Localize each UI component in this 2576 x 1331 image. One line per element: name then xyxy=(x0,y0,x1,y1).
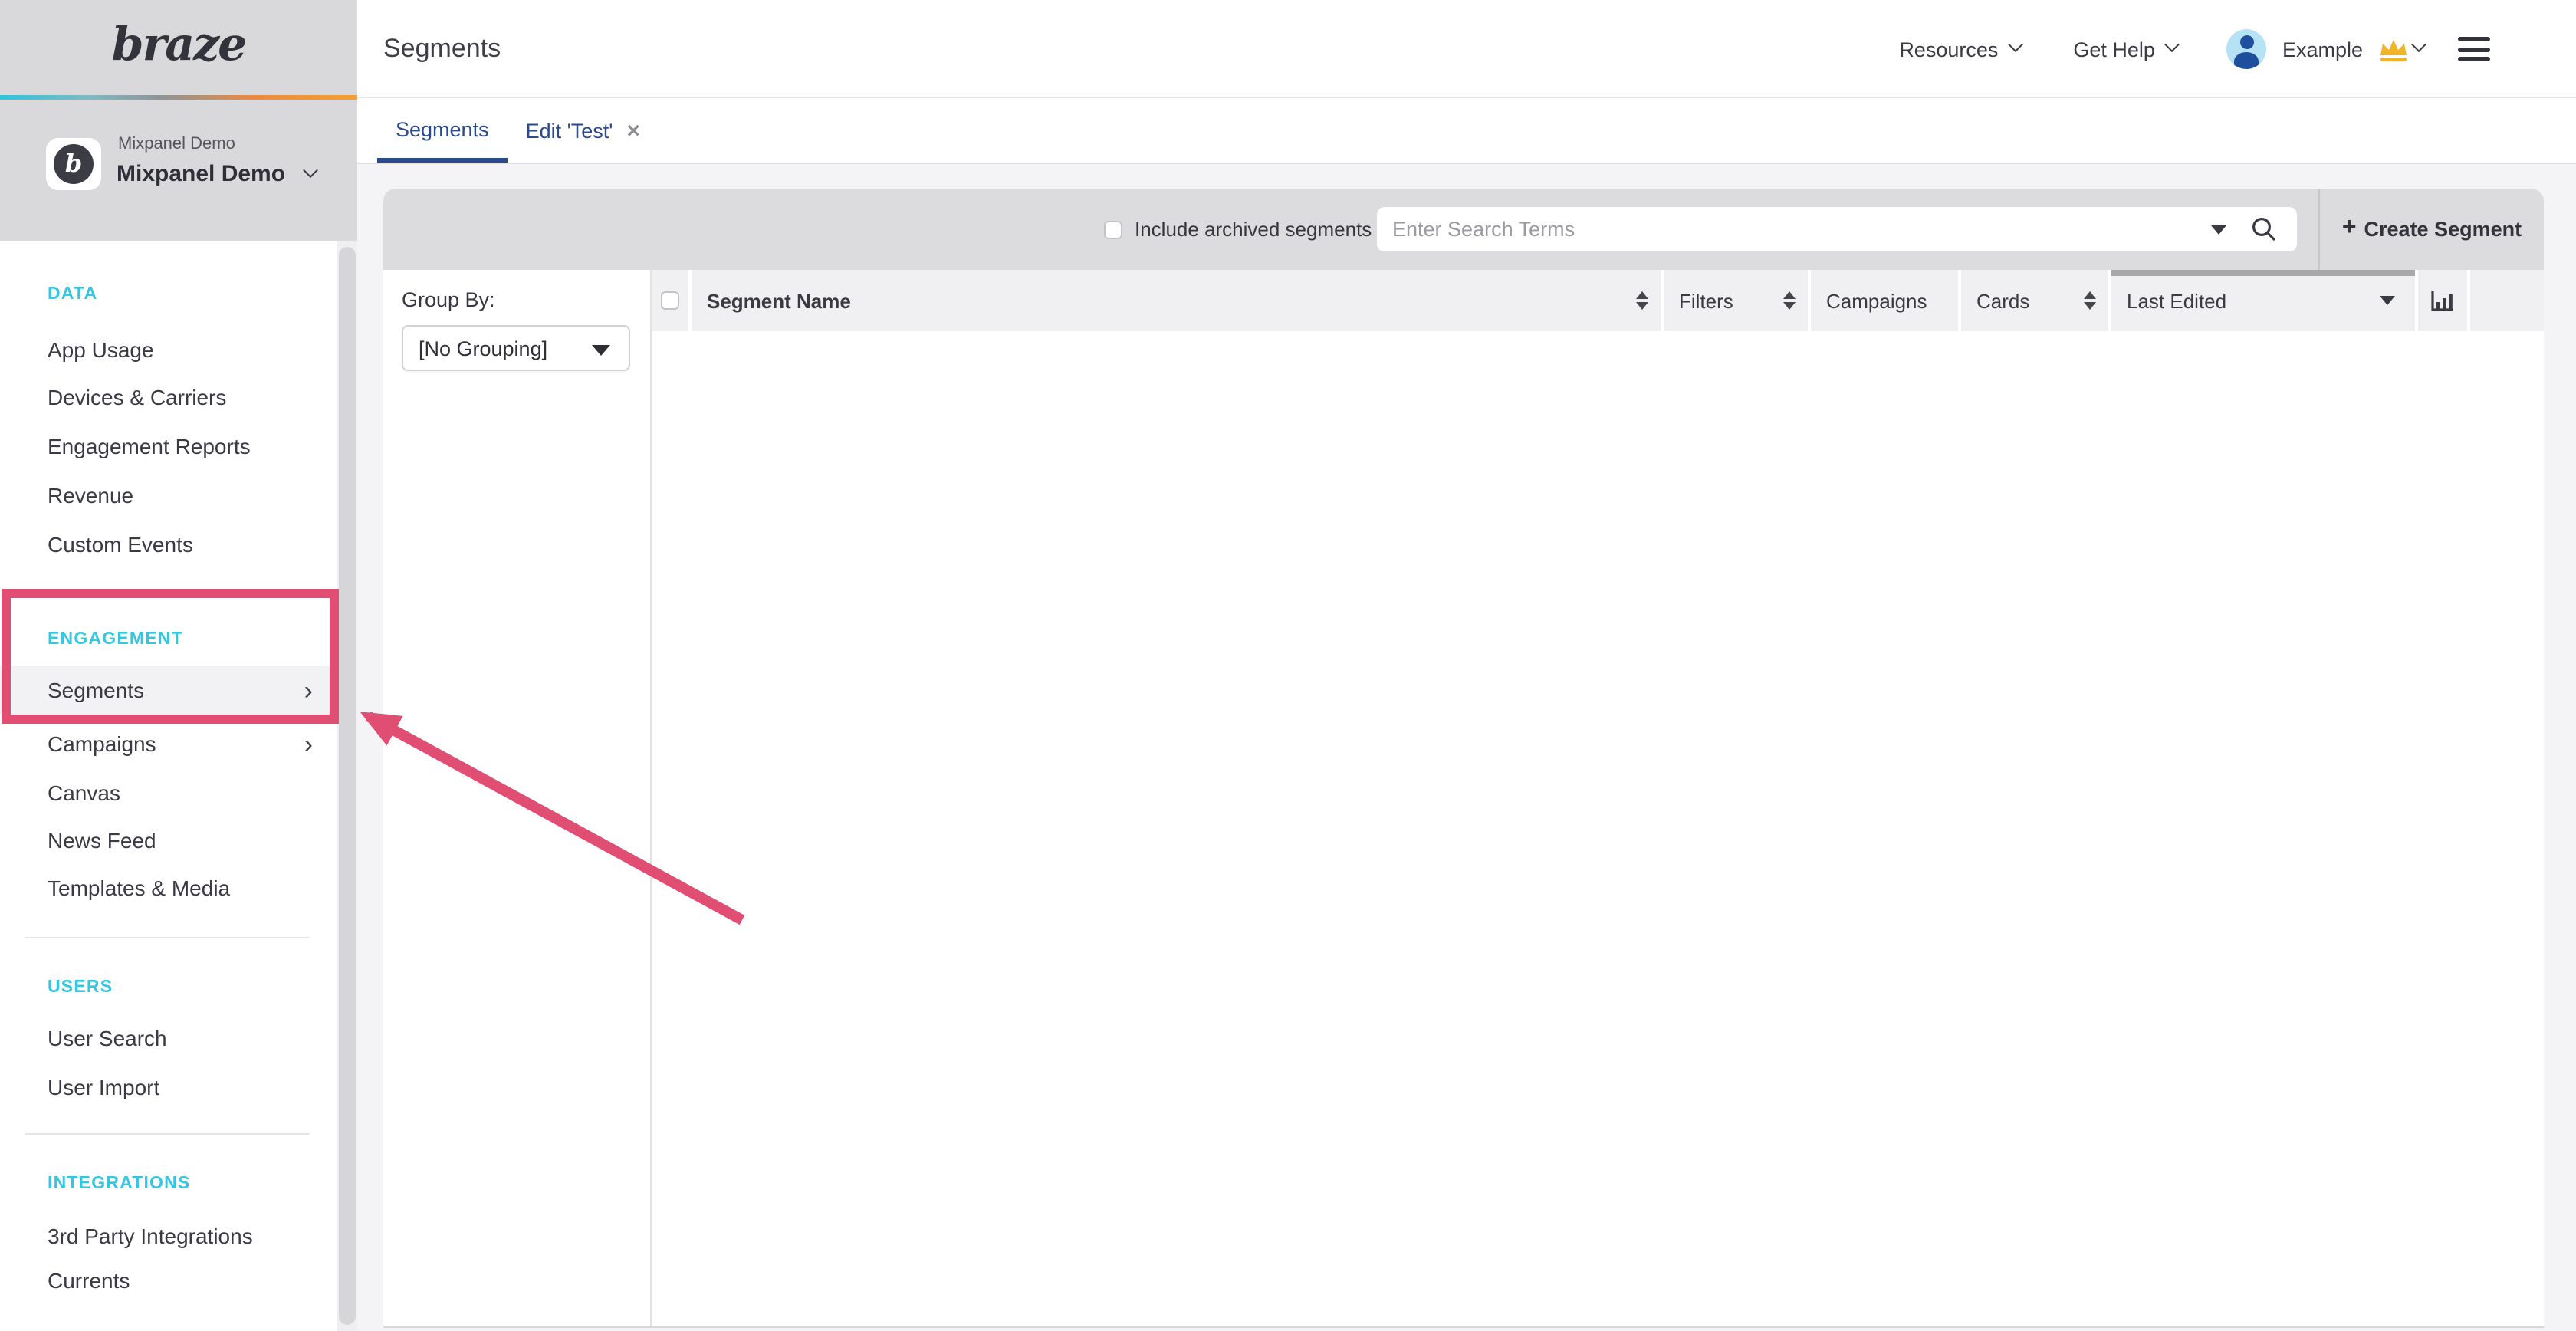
group-by-panel: Group By: [No Grouping] xyxy=(383,270,652,1326)
search-icon[interactable] xyxy=(2251,216,2277,242)
sidebar-nav: DATA App Usage Devices & Carriers Engage… xyxy=(0,241,337,1331)
top-header: Segments Resources Get Help Example xyxy=(0,0,2576,98)
user-name[interactable]: Example xyxy=(2282,38,2363,61)
sort-icon[interactable] xyxy=(1783,291,1796,310)
hamburger-menu-icon[interactable] xyxy=(2458,37,2490,61)
sidebar-section-data: DATA xyxy=(48,279,97,310)
search-dropdown-caret-icon[interactable] xyxy=(2211,225,2226,235)
table-header-row: Segment Name Filters Campaigns Cards xyxy=(652,270,2544,331)
chevron-right-icon: › xyxy=(304,677,313,703)
column-last-edited[interactable]: Last Edited xyxy=(2111,270,2418,331)
sidebar-divider xyxy=(25,1133,310,1135)
sidebar-item-custom-events[interactable]: Custom Events xyxy=(0,529,337,560)
page-title: Segments xyxy=(383,0,501,98)
column-cards[interactable]: Cards xyxy=(1961,270,2111,331)
select-all-checkbox[interactable] xyxy=(661,291,679,310)
sort-icon[interactable] xyxy=(2084,291,2096,310)
sidebar-item-campaigns[interactable]: Campaigns › xyxy=(0,719,337,768)
sidebar-item-user-search[interactable]: User Search xyxy=(0,1023,337,1053)
sidebar-divider xyxy=(25,937,310,938)
select-all-cell xyxy=(652,270,692,331)
column-campaigns[interactable]: Campaigns xyxy=(1811,270,1961,331)
sidebar-section-integrations: INTEGRATIONS xyxy=(48,1168,191,1199)
segments-table: Segment Name Filters Campaigns Cards xyxy=(652,270,2544,1326)
sort-icon[interactable] xyxy=(1636,291,1648,310)
table-body-empty xyxy=(652,331,2544,1326)
tab-edit-test[interactable]: Edit 'Test' × xyxy=(508,100,659,163)
search-input[interactable] xyxy=(1392,207,2190,251)
include-archived-label: Include archived segments xyxy=(1135,189,1372,270)
get-help-menu[interactable]: Get Help xyxy=(2073,38,2178,61)
group-by-label: Group By: xyxy=(402,288,495,311)
chevron-right-icon: › xyxy=(304,731,313,757)
workspace-company: Mixpanel Demo xyxy=(118,135,235,153)
filter-bar: Include archived segments + Create Segme… xyxy=(383,189,2544,270)
sidebar-item-templates-media[interactable]: Templates & Media xyxy=(0,873,337,903)
workspace-name[interactable]: Mixpanel Demo xyxy=(117,161,316,187)
sort-desc-icon[interactable] xyxy=(2380,296,2395,305)
workspace-app-icon: b xyxy=(46,138,101,190)
logo-block: braze xyxy=(0,0,357,100)
group-by-value: [No Grouping] xyxy=(403,337,547,360)
dropdown-arrow-icon xyxy=(592,345,610,356)
resources-menu[interactable]: Resources xyxy=(1899,38,2021,61)
chevron-down-icon xyxy=(2008,37,2023,52)
column-analytics[interactable] xyxy=(2418,270,2470,331)
close-icon[interactable]: × xyxy=(626,120,640,143)
tab-bar: Segments Edit 'Test' × xyxy=(357,100,2576,164)
column-filters[interactable]: Filters xyxy=(1664,270,1811,331)
chevron-down-icon[interactable] xyxy=(2411,37,2426,52)
card-body: Group By: [No Grouping] Segment Name xyxy=(383,270,2544,1326)
sidebar-section-engagement: ENGAGEMENT xyxy=(48,624,183,655)
avatar-torso xyxy=(2235,52,2259,69)
sidebar-item-currents[interactable]: Currents xyxy=(0,1265,337,1296)
brand-gradient-bar xyxy=(0,95,357,100)
bar-chart-icon xyxy=(2430,289,2455,312)
sidebar-item-devices-carriers[interactable]: Devices & Carriers xyxy=(0,382,337,412)
segments-panel: Include archived segments + Create Segme… xyxy=(383,189,2544,1328)
sidebar-item-app-usage[interactable]: App Usage xyxy=(0,334,337,365)
get-help-label: Get Help xyxy=(2073,38,2155,61)
crown-icon xyxy=(2377,36,2410,62)
tab-segments[interactable]: Segments xyxy=(377,100,508,163)
app-icon-letter: b xyxy=(54,144,94,184)
avatar-head xyxy=(2240,35,2254,49)
header-right: Resources Get Help Example xyxy=(1899,0,2490,98)
avatar[interactable] xyxy=(2227,29,2267,69)
sidebar-item-revenue[interactable]: Revenue xyxy=(0,480,337,511)
resources-label: Resources xyxy=(1899,38,1998,61)
plus-icon: + xyxy=(2342,215,2357,242)
group-by-select[interactable]: [No Grouping] xyxy=(402,325,630,371)
scrollbar-thumb[interactable] xyxy=(339,247,356,1325)
braze-dashboard: Segments Resources Get Help Example xyxy=(0,0,2576,1331)
braze-logo: braze xyxy=(112,18,246,81)
sidebar-item-news-feed[interactable]: News Feed xyxy=(0,825,337,856)
sidebar-item-user-import[interactable]: User Import xyxy=(0,1072,337,1103)
include-archived-checkbox[interactable] xyxy=(1104,221,1122,239)
sidebar-item-3rd-party-integrations[interactable]: 3rd Party Integrations xyxy=(0,1221,337,1251)
chevron-down-icon xyxy=(303,162,318,177)
sidebar-item-canvas[interactable]: Canvas xyxy=(0,777,337,808)
sidebar-item-segments[interactable]: Segments › xyxy=(0,666,337,715)
chevron-down-icon xyxy=(2165,37,2180,52)
column-segment-name[interactable]: Segment Name xyxy=(692,270,1664,331)
column-spacer xyxy=(2470,270,2544,331)
sidebar-scrollbar[interactable] xyxy=(337,241,357,1331)
create-segment-button[interactable]: + Create Segment xyxy=(2320,189,2544,270)
sidebar-section-users: USERS xyxy=(48,972,113,1003)
workspace-selector[interactable]: b Mixpanel Demo Mixpanel Demo xyxy=(0,100,357,241)
sidebar-item-engagement-reports[interactable]: Engagement Reports xyxy=(0,431,337,462)
